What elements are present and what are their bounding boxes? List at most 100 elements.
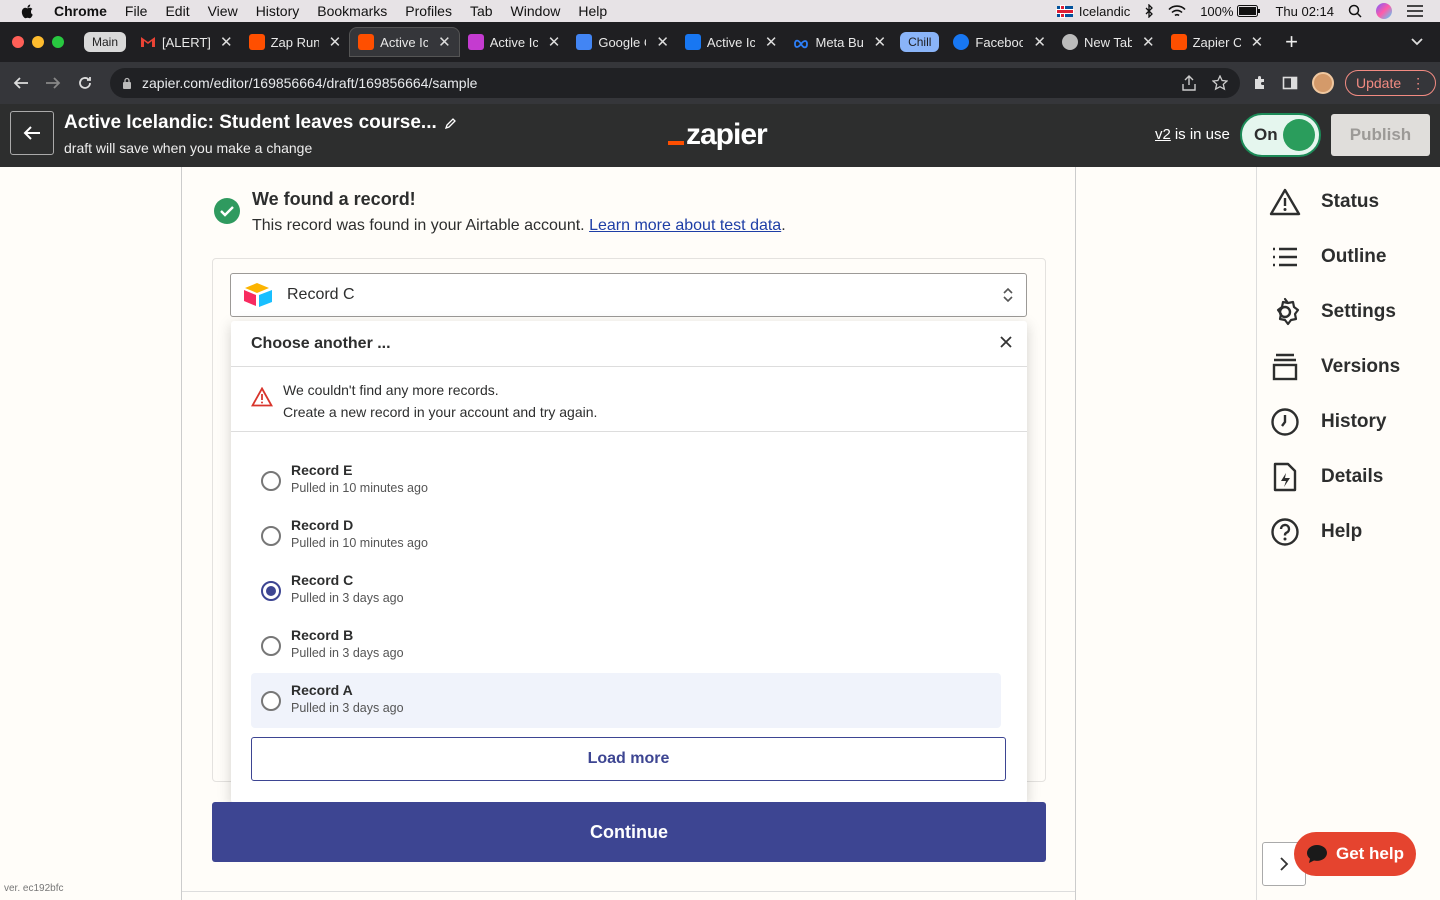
back-button[interactable] bbox=[10, 111, 54, 155]
record-option[interactable]: Record A Pulled in 3 days ago bbox=[251, 673, 1001, 728]
record-option[interactable]: Record E Pulled in 10 minutes ago bbox=[251, 453, 1001, 508]
reload-icon[interactable] bbox=[74, 72, 96, 94]
browser-tab[interactable]: Faceboo ✕ bbox=[945, 27, 1054, 57]
publish-button[interactable]: Publish bbox=[1331, 114, 1430, 156]
tab-label: Meta Bu bbox=[815, 34, 864, 50]
clock[interactable]: Thu 02:14 bbox=[1275, 4, 1334, 19]
back-arrow-icon[interactable] bbox=[10, 72, 32, 94]
menu-history[interactable]: History bbox=[256, 3, 300, 19]
bluetooth-icon[interactable] bbox=[1144, 4, 1154, 18]
menu-app-name[interactable]: Chrome bbox=[54, 3, 107, 19]
menu-profiles[interactable]: Profiles bbox=[405, 3, 452, 19]
menu-tab[interactable]: Tab bbox=[470, 3, 493, 19]
side-panel-icon[interactable] bbox=[1282, 75, 1298, 91]
record-select[interactable]: Record C bbox=[230, 273, 1027, 317]
file-bolt-icon bbox=[1269, 461, 1301, 493]
input-source[interactable]: Icelandic bbox=[1056, 4, 1130, 19]
wifi-icon[interactable] bbox=[1168, 4, 1186, 18]
tab-label: Zapier C bbox=[1192, 34, 1241, 50]
record-radio[interactable] bbox=[261, 636, 281, 656]
warning-line-1: We couldn't find any more records. bbox=[283, 382, 499, 398]
close-tab-icon[interactable]: ✕ bbox=[1033, 33, 1046, 51]
editor-canvas: We found a record! This record was found… bbox=[0, 167, 1256, 900]
zap-on-toggle[interactable]: On bbox=[1240, 113, 1321, 157]
menu-edit[interactable]: Edit bbox=[165, 3, 189, 19]
arrow-left-icon bbox=[23, 126, 40, 140]
profile-avatar[interactable] bbox=[1312, 72, 1334, 94]
tab-search-icon[interactable] bbox=[1410, 34, 1424, 48]
bookmark-star-icon[interactable] bbox=[1212, 75, 1228, 91]
get-help-button[interactable]: Get help bbox=[1294, 832, 1416, 876]
battery-status[interactable]: 100% bbox=[1200, 4, 1261, 19]
tab-group-chill[interactable]: Chill bbox=[900, 32, 940, 52]
close-icon[interactable] bbox=[999, 335, 1013, 349]
record-option-selected[interactable]: Record C Pulled in 3 days ago bbox=[251, 563, 1001, 618]
continue-button[interactable]: Continue bbox=[212, 802, 1046, 862]
record-radio-checked[interactable] bbox=[261, 581, 281, 601]
close-window-button[interactable] bbox=[12, 36, 24, 48]
sidebar-item-outline[interactable]: Outline bbox=[1269, 240, 1386, 274]
forward-arrow-icon[interactable] bbox=[42, 72, 64, 94]
window-controls bbox=[12, 36, 64, 48]
browser-tab-active[interactable]: Active Ic ✕ bbox=[349, 27, 460, 57]
zap-title[interactable]: Active Icelandic: Student leaves course.… bbox=[64, 112, 457, 134]
close-tab-icon[interactable]: ✕ bbox=[765, 33, 778, 51]
browser-tab[interactable]: Active Ic ✕ bbox=[460, 27, 569, 57]
sidebar-item-status[interactable]: Status bbox=[1269, 185, 1379, 219]
record-pulled-time: Pulled in 3 days ago bbox=[291, 646, 404, 660]
zapier-logo[interactable]: zapier bbox=[668, 118, 768, 152]
close-tab-icon[interactable]: ✕ bbox=[329, 33, 342, 51]
gear-icon bbox=[1269, 296, 1301, 328]
sidebar-item-details[interactable]: Details bbox=[1269, 460, 1383, 494]
sidebar-item-versions[interactable]: Versions bbox=[1269, 350, 1400, 384]
close-tab-icon[interactable]: ✕ bbox=[1251, 33, 1264, 51]
record-option[interactable]: Record D Pulled in 10 minutes ago bbox=[251, 508, 1001, 563]
browser-tab[interactable]: Active Ic ✕ bbox=[677, 27, 786, 57]
sidebar-item-history[interactable]: History bbox=[1269, 405, 1386, 439]
tab-group-main[interactable]: Main bbox=[84, 32, 127, 52]
menu-help[interactable]: Help bbox=[578, 3, 607, 19]
browser-tab[interactable]: New Tab ✕ bbox=[1054, 27, 1163, 57]
new-tab-button[interactable]: + bbox=[1285, 29, 1298, 55]
menu-file[interactable]: File bbox=[125, 3, 148, 19]
siri-icon[interactable] bbox=[1376, 3, 1392, 19]
control-center-icon[interactable] bbox=[1406, 4, 1424, 18]
record-radio[interactable] bbox=[261, 471, 281, 491]
browser-tab[interactable]: Zap Run ✕ bbox=[241, 27, 350, 57]
browser-tab[interactable]: Google C ✕ bbox=[568, 27, 677, 57]
close-tab-icon[interactable]: ✕ bbox=[438, 33, 451, 51]
pencil-edit-icon[interactable] bbox=[444, 117, 457, 129]
address-bar[interactable]: zapier.com/editor/169856664/draft/169856… bbox=[110, 68, 1240, 98]
version-link[interactable]: v2 bbox=[1155, 126, 1171, 143]
zoom-window-button[interactable] bbox=[52, 36, 64, 48]
close-tab-icon[interactable]: ✕ bbox=[873, 33, 886, 51]
browser-tab[interactable]: Zapier C ✕ bbox=[1163, 27, 1272, 57]
close-tab-icon[interactable]: ✕ bbox=[656, 33, 669, 51]
lock-icon[interactable] bbox=[122, 77, 132, 90]
apple-icon[interactable] bbox=[20, 3, 36, 19]
menu-view[interactable]: View bbox=[208, 3, 238, 19]
close-tab-icon[interactable]: ✕ bbox=[1142, 33, 1155, 51]
record-option[interactable]: Record B Pulled in 3 days ago bbox=[251, 618, 1001, 673]
browser-tab[interactable]: [ALERT] ✕ bbox=[132, 27, 241, 57]
chat-bubble-icon bbox=[1306, 845, 1327, 863]
record-radio[interactable] bbox=[261, 691, 281, 711]
menu-window[interactable]: Window bbox=[511, 3, 561, 19]
menu-bookmarks[interactable]: Bookmarks bbox=[317, 3, 387, 19]
spotlight-search-icon[interactable] bbox=[1348, 4, 1362, 18]
record-radio[interactable] bbox=[261, 526, 281, 546]
sidebar-item-settings[interactable]: Settings bbox=[1269, 295, 1396, 329]
zapier-logo-text: zapier bbox=[686, 118, 768, 151]
chrome-update-button[interactable]: Update ⋮ bbox=[1345, 70, 1437, 96]
learn-more-link[interactable]: Learn more about test data bbox=[589, 217, 781, 234]
sidebar-item-help[interactable]: Help bbox=[1269, 515, 1362, 549]
close-tab-icon[interactable]: ✕ bbox=[548, 33, 561, 51]
chevron-right-icon bbox=[1280, 857, 1289, 871]
share-icon[interactable] bbox=[1182, 75, 1196, 91]
browser-tab[interactable]: Meta Bu ✕ bbox=[785, 27, 894, 57]
dropdown-header: Choose another ... bbox=[231, 321, 1027, 367]
close-tab-icon[interactable]: ✕ bbox=[220, 33, 233, 51]
load-more-button[interactable]: Load more bbox=[251, 737, 1006, 781]
minimize-window-button[interactable] bbox=[32, 36, 44, 48]
extensions-puzzle-icon[interactable] bbox=[1252, 75, 1268, 91]
